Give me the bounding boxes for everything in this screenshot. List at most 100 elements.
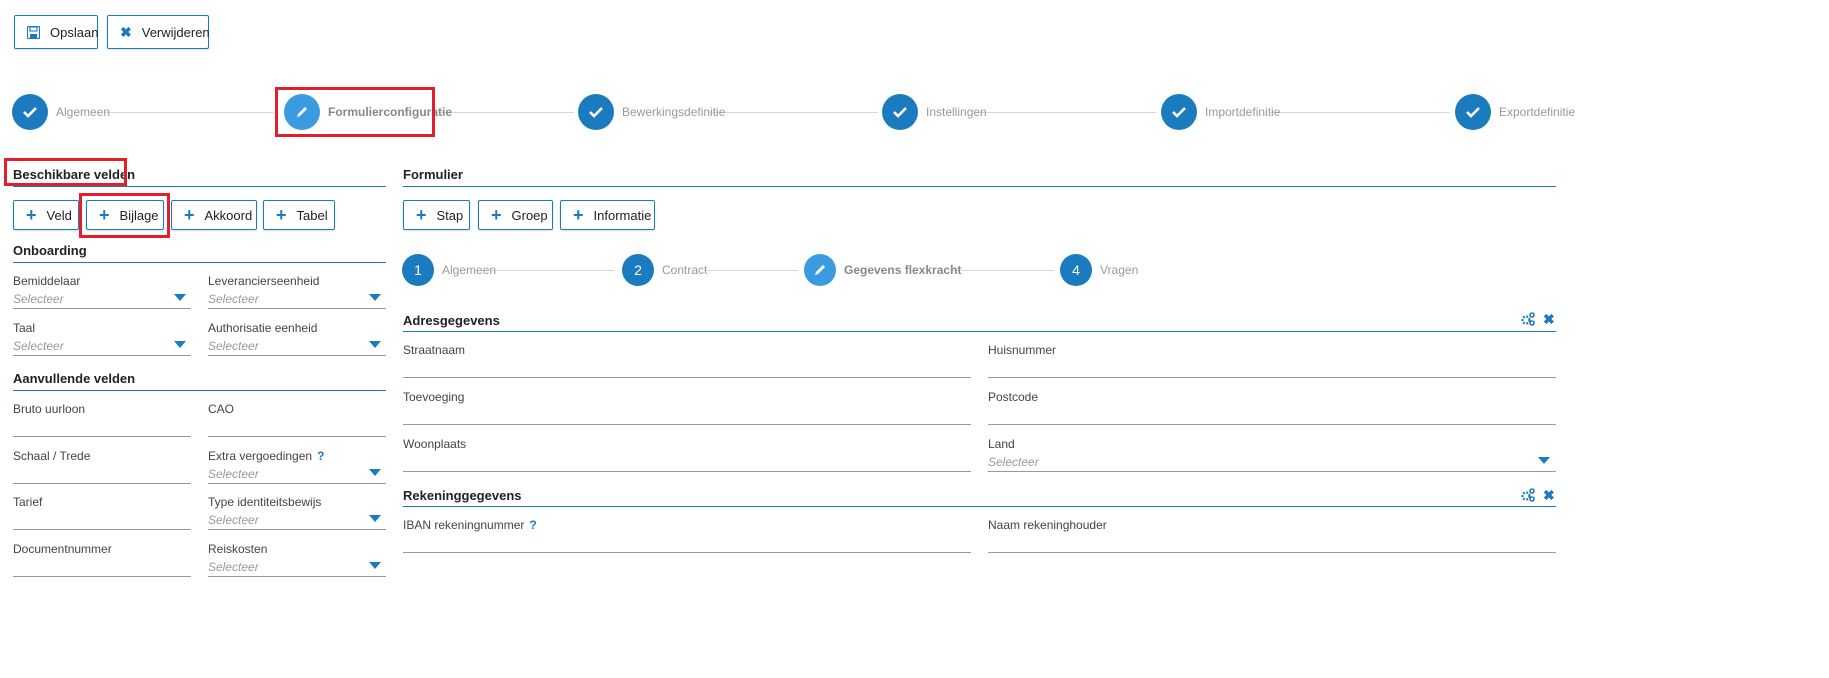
straatnaam-field[interactable]: Straatnaam — [403, 343, 971, 379]
close-icon[interactable]: ✖ — [1543, 311, 1555, 328]
chevron-down-icon — [174, 341, 186, 348]
field-label: Documentnummer — [13, 542, 112, 556]
add-akkoord-button[interactable]: + Akkoord — [171, 200, 257, 230]
wizard-step-instellingen[interactable]: Instellingen — [882, 94, 987, 130]
extra-vergoedingen-select[interactable]: Extra vergoedingen? Selecteer — [208, 449, 386, 485]
check-icon — [1161, 94, 1197, 130]
gears-icon[interactable] — [1520, 487, 1536, 506]
group-title-rekeninggegevens: Rekeninggegevens — [403, 488, 522, 503]
iban-field[interactable]: IBAN rekeningnummer? — [403, 518, 971, 554]
schaal-trede-field[interactable]: Schaal / Trede — [13, 449, 191, 485]
form-step-gegevens-flexkracht[interactable]: Gegevens flexkracht — [804, 254, 961, 286]
wizard-step-label: Algemeen — [56, 105, 111, 119]
floppy-disk-icon — [27, 25, 40, 39]
save-button-label: Opslaan — [50, 24, 99, 40]
wizard-step-exportdefinitie[interactable]: Exportdefinitie — [1455, 94, 1575, 130]
pencil-icon — [804, 254, 836, 286]
field-label: Woonplaats — [403, 437, 467, 451]
plus-icon: + — [416, 205, 427, 225]
woonplaats-field[interactable]: Woonplaats — [403, 437, 971, 473]
add-stap-button[interactable]: + Stap — [403, 200, 470, 230]
chevron-down-icon — [369, 341, 381, 348]
field-label: Tarief — [13, 495, 43, 509]
delete-button[interactable]: ✖ Verwijderen — [107, 15, 210, 49]
field-placeholder: Selecteer — [13, 292, 64, 306]
wizard-step-label: Instellingen — [926, 105, 987, 119]
field-placeholder: Selecteer — [13, 339, 64, 353]
wizard-step-bewerkingsdefinitie[interactable]: Bewerkingsdefinitie — [578, 94, 725, 130]
field-label: Toevoeging — [403, 390, 465, 404]
wizard-step-label: Bewerkingsdefinitie — [622, 105, 726, 119]
form-step-label: Vragen — [1100, 263, 1139, 277]
field-placeholder: Selecteer — [208, 513, 259, 527]
delete-button-label: Verwijderen — [141, 24, 210, 40]
close-icon[interactable]: ✖ — [1543, 487, 1555, 504]
plus-icon: + — [491, 205, 502, 225]
aanvullende-velden-title: Aanvullende velden — [13, 371, 136, 386]
help-icon[interactable]: ? — [529, 518, 536, 532]
add-veld-button[interactable]: + Veld — [13, 200, 79, 230]
chevron-down-icon — [174, 294, 186, 301]
form-step-connector — [492, 270, 614, 271]
plus-icon: + — [26, 205, 37, 225]
wizard-connector — [434, 112, 574, 113]
check-icon — [12, 94, 48, 130]
wizard-step-label: Exportdefinitie — [1499, 105, 1576, 119]
wizard-step-algemeen[interactable]: Algemeen — [12, 94, 110, 130]
authorisatie-eenheid-select[interactable]: Authorisatie eenheid Selecteer — [208, 321, 386, 357]
save-button[interactable]: Opslaan — [14, 15, 98, 49]
toevoeging-field[interactable]: Toevoeging — [403, 390, 971, 426]
close-icon: ✖ — [120, 23, 132, 40]
naam-rekeninghouder-field[interactable]: Naam rekeninghouder — [988, 518, 1556, 554]
postcode-field[interactable]: Postcode — [988, 390, 1556, 426]
reiskosten-select[interactable]: Reiskosten Selecteer — [208, 542, 386, 578]
gears-icon[interactable] — [1520, 311, 1536, 330]
help-icon[interactable]: ? — [317, 449, 324, 463]
form-step-label: Algemeen — [442, 263, 497, 277]
documentnummer-field[interactable]: Documentnummer — [13, 542, 191, 578]
form-step-algemeen[interactable]: 1 Algemeen — [402, 254, 496, 286]
button-label: Groep — [511, 207, 548, 223]
type-identiteitsbewijs-select[interactable]: Type identiteitsbewijs Selecteer — [208, 495, 386, 531]
divider — [13, 390, 386, 391]
wizard-connector — [1270, 112, 1450, 113]
field-label: Schaal / Trede — [13, 449, 91, 463]
plus-icon: + — [573, 205, 584, 225]
tarief-field[interactable]: Tarief — [13, 495, 191, 531]
bruto-uurloon-field[interactable]: Bruto uurloon — [13, 402, 191, 438]
check-icon — [1455, 94, 1491, 130]
add-groep-button[interactable]: + Groep — [478, 200, 553, 230]
button-label: Tabel — [296, 207, 328, 223]
divider — [403, 506, 1556, 507]
wizard-connector — [104, 112, 274, 113]
bemiddelaar-select[interactable]: Bemiddelaar Selecteer — [13, 274, 191, 310]
taal-select[interactable]: Taal Selecteer — [13, 321, 191, 357]
cao-field[interactable]: CAO — [208, 402, 386, 438]
form-title: Formulier — [403, 167, 463, 182]
add-informatie-button[interactable]: + Informatie — [560, 200, 655, 230]
plus-icon: + — [184, 205, 195, 225]
land-select[interactable]: Land Selecteer — [988, 437, 1556, 473]
form-step-contract[interactable]: 2 Contract — [622, 254, 707, 286]
field-placeholder: Selecteer — [208, 292, 259, 306]
chevron-down-icon — [369, 562, 381, 569]
check-icon — [578, 94, 614, 130]
button-label: Informatie — [593, 207, 652, 223]
add-tabel-button[interactable]: + Tabel — [263, 200, 335, 230]
field-placeholder: Selecteer — [988, 455, 1039, 469]
plus-icon: + — [276, 205, 287, 225]
wizard-connector — [710, 112, 878, 113]
divider — [13, 186, 386, 187]
leverancierseenheid-select[interactable]: Leverancierseenheid Selecteer — [208, 274, 386, 310]
chevron-down-icon — [369, 515, 381, 522]
field-placeholder: Selecteer — [208, 560, 259, 574]
field-label: Type identiteitsbewijs — [208, 495, 322, 509]
button-label: Veld — [46, 207, 72, 223]
field-label: Postcode — [988, 390, 1039, 404]
check-icon — [882, 94, 918, 130]
field-label-text: Extra vergoedingen — [208, 449, 313, 463]
wizard-step-importdefinitie[interactable]: Importdefinitie — [1161, 94, 1280, 130]
huisnummer-field[interactable]: Huisnummer — [988, 343, 1556, 379]
form-step-vragen[interactable]: 4 Vragen — [1060, 254, 1138, 286]
field-placeholder: Selecteer — [208, 339, 259, 353]
